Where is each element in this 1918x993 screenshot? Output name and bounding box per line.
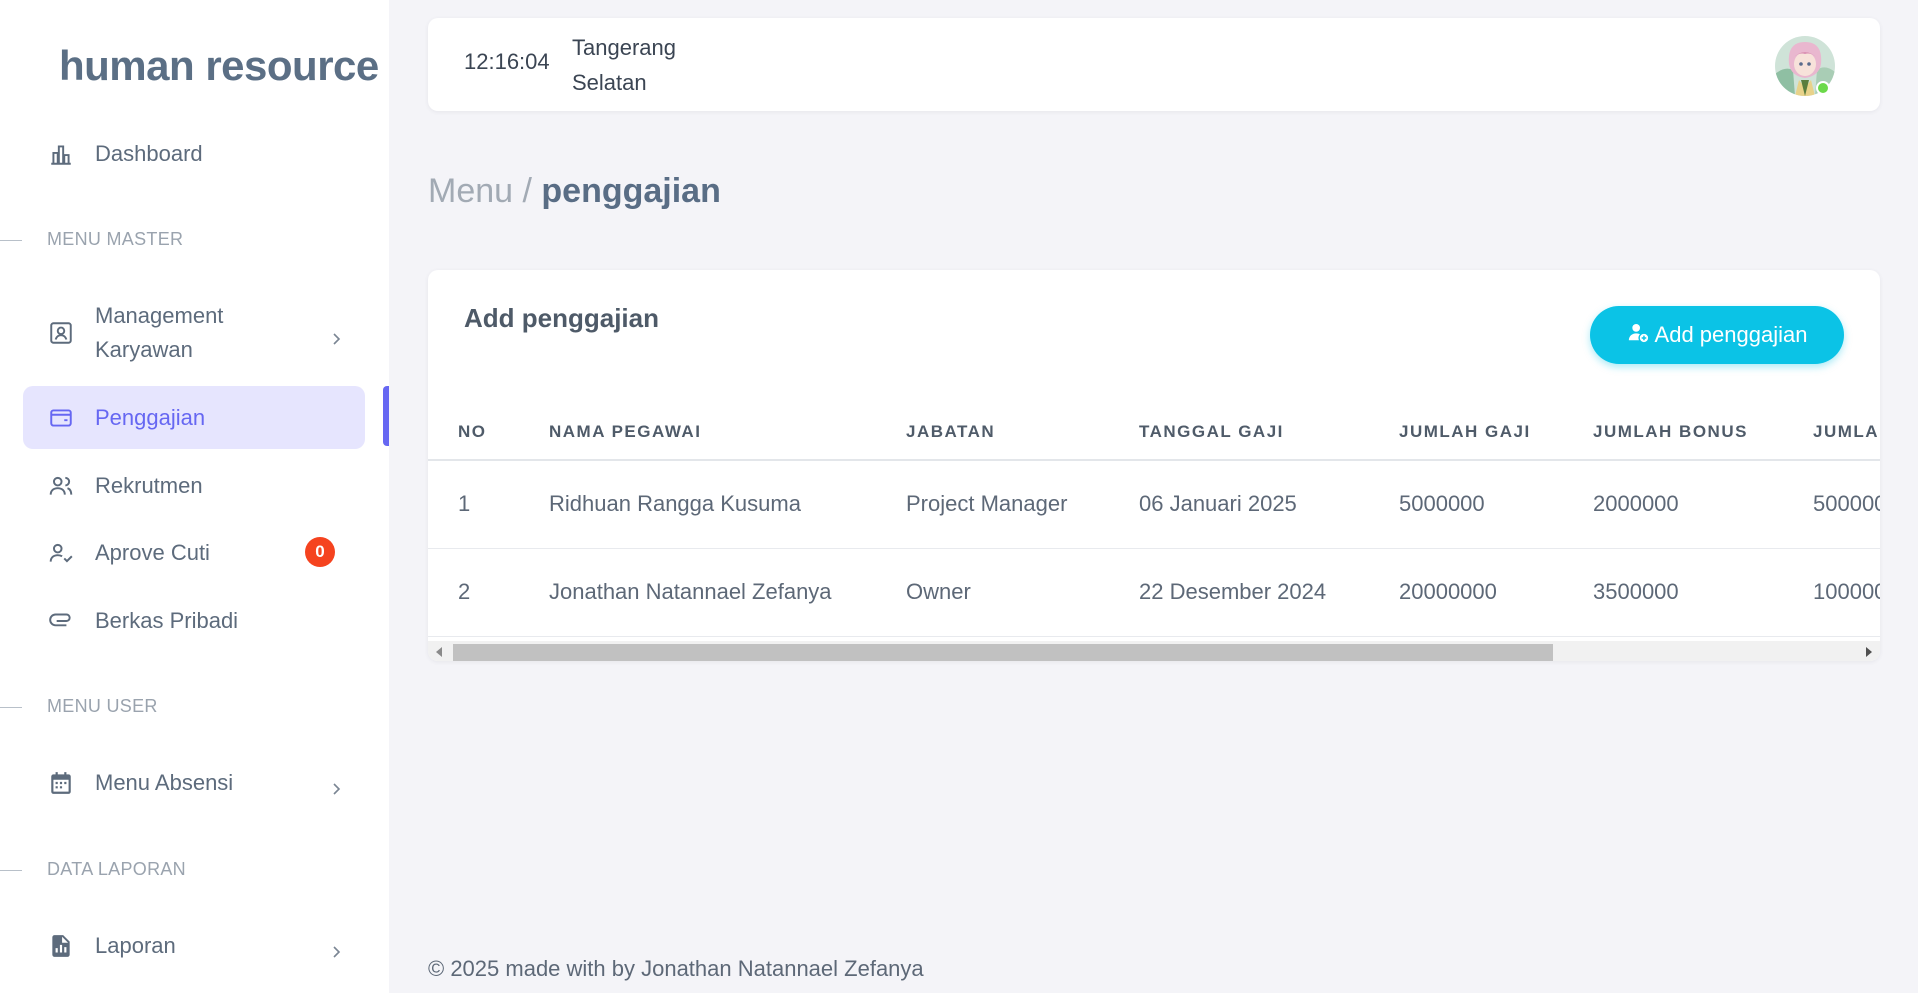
table-cell: 1000000 — [1783, 548, 1880, 637]
chevron-right-icon — [329, 939, 343, 958]
payroll-table: NO NAMA PEGAWAI JABATAN TANGGAL GAJI JUM… — [428, 404, 1880, 637]
table-row: 1 Ridhuan Rangga Kusuma Project Manager … — [428, 460, 1880, 549]
breadcrumb-current: penggajian — [541, 172, 721, 210]
sidebar-item-label: Aprove Cuti — [95, 539, 210, 565]
table-cell: Ridhuan Rangga Kusuma — [519, 460, 876, 549]
report-file-icon — [47, 932, 75, 960]
sidebar-item-label: Dashboard — [95, 140, 203, 166]
paperclip-icon — [47, 607, 75, 635]
active-indicator — [383, 386, 389, 446]
column-header: JUMLAH GAJI — [1369, 404, 1563, 461]
horizontal-scrollbar[interactable] — [428, 641, 1880, 661]
column-header: JUMLAH BONUS — [1563, 404, 1783, 461]
table-row: 2 Jonathan Natannael Zefanya Owner 22 De… — [428, 548, 1880, 637]
location-line: Tangerang — [572, 35, 676, 60]
add-penggajian-button-label: Add penggajian — [1654, 322, 1808, 347]
sidebar-item-management-karyawan[interactable]: Management Karyawan — [23, 298, 365, 368]
sidebar-item-label: Laporan — [95, 932, 176, 958]
id-badge-icon — [47, 319, 75, 347]
section-divider — [0, 707, 22, 708]
sidebar-item-label: Management Karyawan — [95, 303, 224, 362]
users-icon — [47, 472, 75, 500]
column-header: TANGGAL GAJI — [1109, 404, 1369, 461]
user-check-icon — [47, 539, 75, 567]
table-cell: 2000000 — [1563, 460, 1783, 549]
section-divider — [0, 240, 22, 241]
sidebar-item-penggajian[interactable]: Penggajian — [23, 386, 365, 449]
clock: 12:16:04 — [464, 49, 550, 74]
column-header: NO — [428, 404, 519, 461]
sidebar-item-laporan[interactable]: Laporan — [23, 914, 365, 977]
section-title-report: DATA LAPORAN — [47, 859, 186, 879]
scroll-right-arrow-icon[interactable] — [1866, 647, 1872, 657]
sidebar: human resource Dashboard MENU MASTER Man… — [0, 0, 389, 993]
chevron-right-icon — [329, 326, 343, 345]
bar-chart-icon — [47, 140, 75, 168]
chevron-right-icon — [329, 776, 343, 795]
scrollbar-thumb[interactable] — [453, 644, 1553, 661]
sidebar-item-label: Berkas Pribadi — [95, 607, 239, 633]
sidebar-item-dashboard[interactable]: Dashboard — [23, 122, 365, 185]
table-header-row: NO NAMA PEGAWAI JABATAN TANGGAL GAJI JUM… — [428, 404, 1880, 461]
section-title-master: MENU MASTER — [47, 229, 184, 249]
location: Tangerang Selatan — [572, 30, 676, 100]
table-cell: 5000000 — [1369, 460, 1563, 549]
sidebar-item-menu-absensi[interactable]: Menu Absensi — [23, 751, 365, 814]
table-wrapper: NO NAMA PEGAWAI JABATAN TANGGAL GAJI JUM… — [428, 404, 1880, 641]
sidebar-item-rekrutmen[interactable]: Rekrutmen — [23, 454, 365, 517]
scroll-left-arrow-icon[interactable] — [436, 647, 442, 657]
table-cell: Owner — [876, 548, 1109, 637]
section-divider — [0, 870, 22, 871]
brand-title: human resource — [59, 42, 379, 89]
table-cell: 20000000 — [1369, 548, 1563, 637]
table-cell: 3500000 — [1563, 548, 1783, 637]
sidebar-item-label: Rekrutmen — [95, 472, 203, 498]
location-line: Selatan — [572, 70, 647, 95]
column-header: JABATAN — [876, 404, 1109, 461]
payroll-card: Add penggajian Add penggajian NO NAMA PE… — [428, 270, 1880, 661]
column-header: JUMLAH — [1783, 404, 1880, 461]
section-title-user: MENU USER — [47, 696, 158, 716]
breadcrumb-root[interactable]: Menu / — [428, 172, 541, 210]
sidebar-item-label: Menu Absensi — [95, 769, 234, 795]
calendar-icon — [47, 769, 75, 797]
online-status-dot — [1816, 81, 1830, 95]
table-cell: 1 — [428, 460, 519, 549]
sidebar-item-berkas-pribadi[interactable]: Berkas Pribadi — [23, 589, 365, 652]
column-header: NAMA PEGAWAI — [519, 404, 876, 461]
card-title: Add penggajian — [464, 303, 659, 333]
top-bar: 12:16:04 Tangerang Selatan — [428, 18, 1880, 111]
table-cell: Jonathan Natannael Zefanya — [519, 548, 876, 637]
add-penggajian-button[interactable]: Add penggajian — [1590, 306, 1844, 364]
footer: © 2025 made with by Jonathan Natannael Z… — [428, 956, 924, 981]
table-cell: 06 Januari 2025 — [1109, 460, 1369, 549]
table-cell: 500000 — [1783, 460, 1880, 549]
table-cell: 2 — [428, 548, 519, 637]
wallet-icon — [47, 404, 75, 432]
user-plus-icon — [1627, 321, 1649, 349]
notification-badge: 0 — [305, 537, 335, 567]
breadcrumb: Menu / penggajian — [428, 172, 721, 211]
table-cell: 22 Desember 2024 — [1109, 548, 1369, 637]
sidebar-item-label: Penggajian — [95, 404, 206, 430]
table-cell: Project Manager — [876, 460, 1109, 549]
